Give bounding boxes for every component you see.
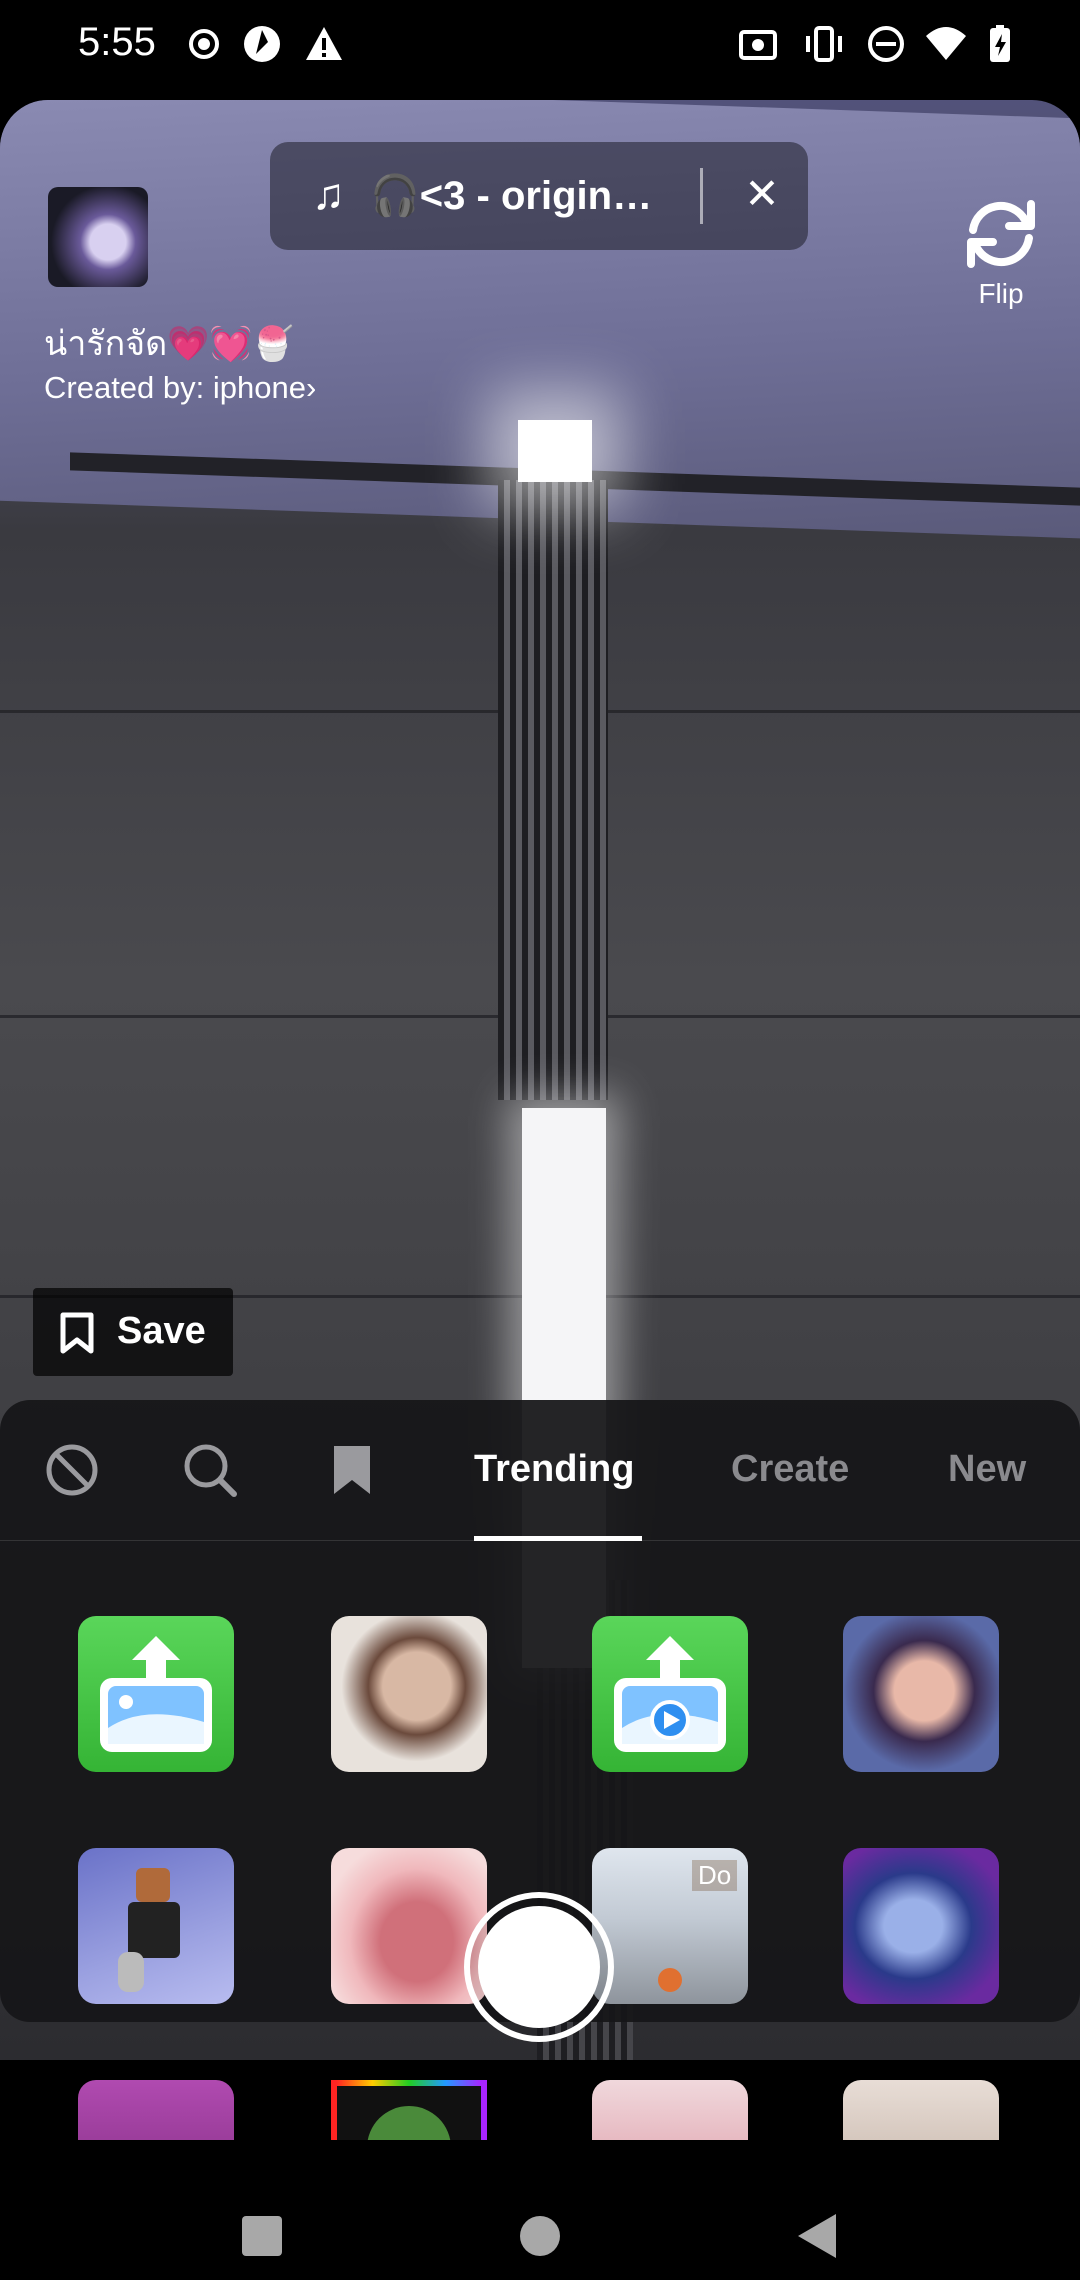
active-tab-indicator (474, 1536, 642, 1541)
vibrate-icon (806, 26, 842, 62)
effect-badge: Do (692, 1860, 738, 1891)
watermelon (367, 2106, 451, 2140)
save-button[interactable]: Save (33, 1288, 233, 1376)
effect-name: น่ารักจัด💗💓🍧 (44, 325, 295, 363)
effect-tile-cloud-road[interactable]: Do (592, 1848, 748, 2004)
effects-tab-bar: Trending Create New (0, 1400, 1080, 1541)
chevron-right-icon: › (305, 370, 317, 405)
flip-icon (967, 200, 1035, 268)
effect-tile-magenta[interactable] (78, 2080, 234, 2140)
character-body (128, 1902, 180, 1958)
effect-tile-lips[interactable] (331, 1848, 487, 2004)
warning-icon (306, 27, 342, 60)
record-icon (189, 29, 219, 59)
dnd-icon (868, 26, 904, 62)
back-icon[interactable] (796, 2212, 840, 2260)
status-time: 5:55 (78, 20, 156, 64)
effect-tile-upload-video[interactable] (592, 1616, 748, 1772)
tab-create[interactable]: Create (731, 1448, 849, 1491)
record-button[interactable] (464, 1892, 614, 2042)
music-title: 🎧<3 - origina... (370, 174, 660, 218)
effect-tile-portrait-1[interactable] (331, 1616, 487, 1772)
wifi-icon (926, 27, 966, 60)
home-icon[interactable] (518, 2214, 562, 2258)
ceiling-light (518, 420, 592, 482)
search-icon[interactable] (180, 1440, 240, 1500)
effect-creator-label: Created by: iphone (44, 370, 306, 405)
none-icon[interactable] (42, 1440, 102, 1500)
app-shutter-icon (244, 26, 280, 62)
screenshot-icon (739, 30, 777, 60)
record-button-inner (478, 1906, 600, 2028)
effect-tile-upload-photo[interactable] (78, 1616, 234, 1772)
ceiling-duct (498, 480, 608, 1100)
close-icon[interactable]: ✕ (732, 164, 792, 224)
effect-tile-portrait-2[interactable] (843, 1616, 999, 1772)
effect-tile-rainbow-watermelon[interactable] (331, 2080, 487, 2140)
tab-trending[interactable]: Trending (474, 1448, 634, 1491)
tab-new[interactable]: New (948, 1448, 1026, 1491)
bookmark-icon[interactable] (322, 1440, 382, 1500)
status-bar: 5:55 (0, 0, 1080, 90)
effect-tile-eyes[interactable] (843, 2080, 999, 2140)
music-selector[interactable]: ♫ 🎧<3 - origina... ✕ (270, 142, 808, 250)
upload-video-icon (614, 1636, 726, 1752)
effect-tile-neon-portrait[interactable] (843, 1848, 999, 2004)
divider (700, 168, 703, 224)
effect-creator-link[interactable]: Created by: iphone› (44, 370, 316, 406)
effects-row-partial (0, 2070, 1080, 2140)
effect-tile-pink-lips[interactable] (592, 2080, 748, 2140)
character-wheel (118, 1952, 144, 1992)
system-nav-bar (0, 2140, 1080, 2280)
music-note-icon: ♫ (312, 170, 345, 219)
flip-camera-button[interactable]: Flip (956, 196, 1046, 310)
recents-icon[interactable] (240, 2214, 284, 2258)
flip-label: Flip (978, 278, 1024, 309)
character-head (136, 1868, 170, 1902)
battery-charging-icon (990, 25, 1010, 62)
effect-thumbnail[interactable] (48, 187, 148, 287)
bookmark-icon (60, 1312, 94, 1354)
effect-tile-runner-game[interactable] (78, 1848, 234, 2004)
upload-photo-icon (100, 1636, 212, 1752)
save-label: Save (117, 1310, 206, 1352)
ball (658, 1968, 682, 1992)
